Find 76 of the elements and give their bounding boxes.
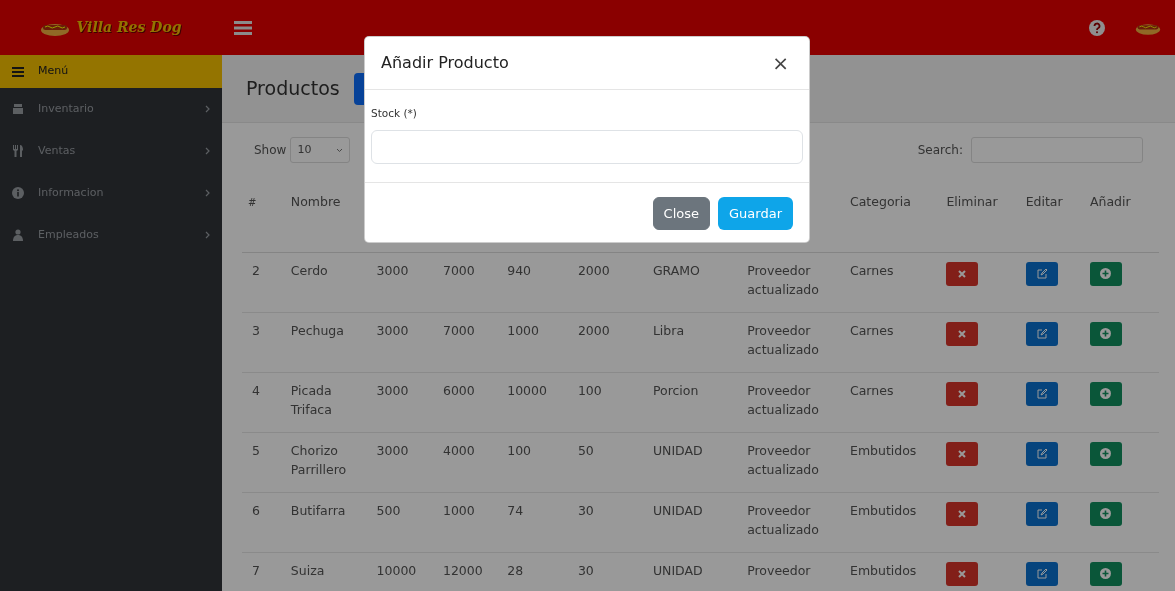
table-cell: GRAMO bbox=[652, 262, 700, 278]
page-title: Productos bbox=[246, 77, 340, 100]
table-cell: 100 bbox=[577, 382, 602, 398]
table-cell: Butifarra bbox=[290, 502, 346, 518]
table-cell-text: 6 bbox=[251, 502, 260, 518]
table-cell: UNIDAD bbox=[652, 562, 703, 578]
table-cell: 4000 bbox=[442, 442, 475, 458]
sidebar-item[interactable]: Inventario bbox=[38, 100, 191, 118]
table-cell-text: 5 bbox=[251, 442, 260, 458]
table-cell: 940 bbox=[507, 262, 532, 278]
table-cell: 30 bbox=[577, 502, 594, 518]
table-cell: 1000 bbox=[442, 502, 475, 518]
table-cell: Pechuga bbox=[290, 322, 344, 338]
table-cell: Proveedor actualizado bbox=[747, 502, 819, 537]
table-cell: 1000 bbox=[507, 322, 539, 338]
table-cell: Cerdo bbox=[290, 262, 328, 278]
table-cell-text: 2 bbox=[251, 262, 260, 278]
modal-title: Añadir Producto bbox=[381, 52, 509, 74]
table-cell: 12000 bbox=[442, 562, 483, 578]
table-cell: Suiza bbox=[290, 562, 325, 578]
table-cell: 3000 bbox=[376, 262, 409, 278]
table-cell: 74 bbox=[507, 502, 524, 518]
table-cell: UNIDAD bbox=[652, 502, 703, 518]
table-cell: Embutidos bbox=[850, 562, 917, 578]
table-cell: Proveedor actualizado bbox=[747, 382, 819, 417]
table-cell: Carnes bbox=[850, 322, 894, 338]
column-header[interactable]: Categoria bbox=[850, 194, 911, 209]
table-cell: 30 bbox=[577, 562, 594, 578]
table-cell: 10000 bbox=[376, 562, 417, 578]
close-button[interactable]: × bbox=[768, 53, 793, 73]
sidebar-item[interactable]: Empleados bbox=[38, 226, 191, 244]
table-cell: 500 bbox=[376, 502, 401, 518]
table-cell: 100 bbox=[507, 442, 532, 458]
table-cell: Carnes bbox=[850, 262, 894, 278]
table-cell: UNIDAD bbox=[652, 442, 703, 458]
table-cell: 50 bbox=[577, 442, 594, 458]
sidebar-item[interactable]: Ventas bbox=[38, 142, 191, 160]
save-button[interactable]: Guardar bbox=[718, 196, 793, 231]
page-size-select[interactable]: 10 bbox=[290, 137, 351, 163]
table-cell: Proveedor actualizado bbox=[747, 442, 819, 477]
menu-title: Menú bbox=[38, 63, 69, 80]
table-cell: 3000 bbox=[376, 442, 409, 458]
menu-header[interactable]: Menú bbox=[0, 55, 222, 88]
close-dialog-button[interactable]: Close bbox=[652, 196, 711, 231]
table-cell-text: 4 bbox=[251, 382, 260, 398]
table-cell: 2000 bbox=[577, 262, 610, 278]
table-cell: Proveedor actualizado bbox=[747, 322, 819, 357]
table-cell: 3000 bbox=[376, 322, 409, 338]
table-cell-text: 7 bbox=[251, 562, 260, 578]
table-cell: 7000 bbox=[442, 322, 475, 338]
table-cell: Carnes bbox=[850, 382, 894, 398]
table-cell: Embutidos bbox=[850, 442, 917, 458]
field-label: Stock (*) bbox=[371, 106, 418, 121]
table-cell: 7000 bbox=[442, 262, 475, 278]
column-header[interactable]: # bbox=[248, 197, 257, 208]
column-header[interactable]: Añadir bbox=[1089, 194, 1131, 209]
column-header[interactable]: Eliminar bbox=[946, 194, 998, 209]
table-cell: 28 bbox=[507, 562, 524, 578]
sidebar-item[interactable]: Informacion bbox=[38, 184, 191, 202]
table-cell: 3000 bbox=[376, 382, 409, 398]
table-cell: Proveedor bbox=[747, 562, 811, 578]
table-cell: 10000 bbox=[507, 382, 547, 398]
table-cell: Proveedor actualizado bbox=[747, 262, 819, 297]
table-cell: Porcion bbox=[652, 382, 699, 398]
table-cell: Libra bbox=[652, 322, 685, 338]
search-label: Search: bbox=[917, 142, 963, 159]
table-cell: Chorizo Parrillero bbox=[290, 442, 347, 477]
show-label: Show bbox=[254, 142, 287, 159]
column-header[interactable]: Nombre bbox=[290, 194, 341, 209]
table-cell-text: 3 bbox=[251, 322, 260, 338]
column-header[interactable]: Editar bbox=[1025, 194, 1063, 209]
table-cell: Picada Trifaca bbox=[290, 382, 332, 417]
table-cell: 2000 bbox=[577, 322, 610, 338]
brand-logo[interactable]: Villa Res Dog bbox=[76, 17, 182, 38]
table-cell: Embutidos bbox=[850, 502, 917, 518]
table-cell: 6000 bbox=[442, 382, 475, 398]
